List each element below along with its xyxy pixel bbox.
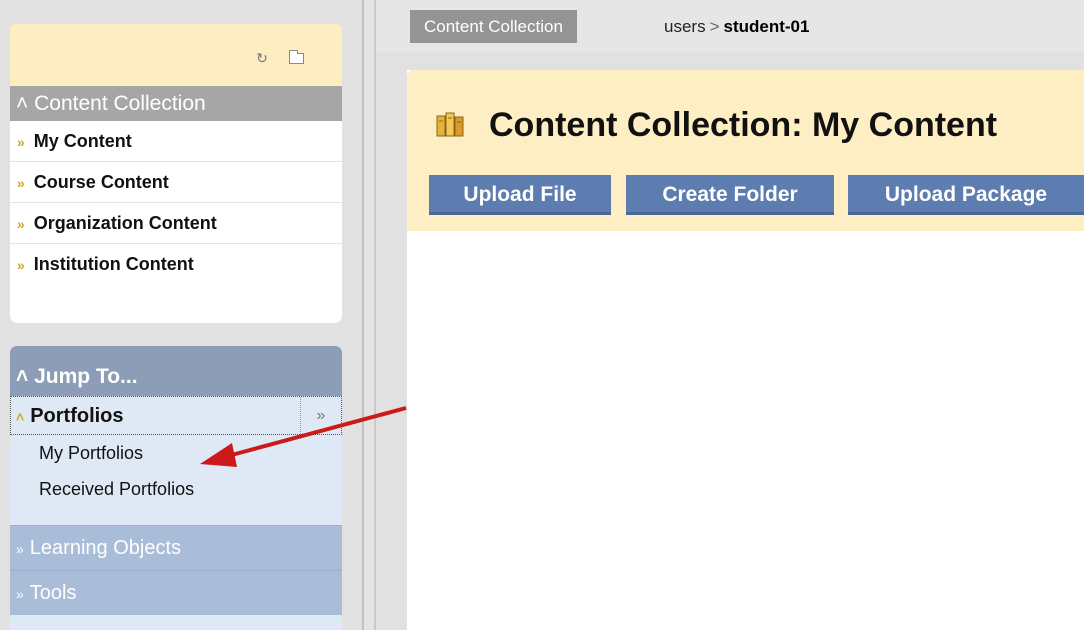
sidebar-section-learning-objects[interactable]: » Learning Objects: [10, 525, 342, 570]
portfolios-title: Portfolios: [30, 405, 124, 427]
chevron-down-icon: »: [16, 586, 24, 602]
sidebar-item-course-content[interactable]: » Course Content: [10, 162, 342, 203]
portfolios-section[interactable]: ˄ Portfolios »: [10, 396, 342, 435]
section-label: Learning Objects: [29, 537, 181, 559]
main-content: Content Collection: My Content Upload Fi…: [407, 70, 1084, 630]
chevron-down-icon: »: [16, 541, 24, 557]
chevron-down-icon: »: [17, 134, 25, 150]
create-folder-button[interactable]: Create Folder: [626, 175, 834, 215]
sidebar: ↻ ˄ Content Collection » My Content » Cour…: [0, 0, 362, 630]
sidebar-section-tools[interactable]: » Tools: [10, 570, 342, 615]
upload-package-button[interactable]: Upload Package: [848, 175, 1084, 215]
breadcrumb-separator-icon: >: [709, 17, 720, 36]
collapse-chevron-icon: ˄: [16, 92, 29, 115]
breadcrumb-current: student-01: [723, 17, 810, 36]
jump-to-header[interactable]: ˄ Jump To...: [10, 346, 342, 396]
sidebar-item-label: Course Content: [33, 172, 169, 192]
breadcrumb-tag: Content Collection: [410, 10, 577, 43]
breadcrumb-path: users > student-01: [664, 10, 809, 43]
collapse-chevron-icon: ˄: [16, 365, 29, 388]
folder-icon[interactable]: [289, 50, 304, 64]
frame-divider[interactable]: [362, 0, 376, 630]
sidebar-item-organization-content[interactable]: » Organization Content: [10, 203, 342, 244]
sidebar-item-received-portfolios[interactable]: Received Portfolios: [10, 471, 342, 507]
expand-arrow-icon[interactable]: »: [300, 397, 341, 434]
sidebar-item-my-portfolios[interactable]: My Portfolios: [10, 435, 342, 471]
page-title: Content Collection: My Content: [489, 106, 998, 144]
section-label: Tools: [29, 582, 77, 604]
panel-toolbar: ↻: [10, 24, 342, 86]
content-collection-panel: ↻ ˄ Content Collection » My Content » Cour…: [10, 24, 342, 323]
upload-file-button[interactable]: Upload File: [429, 175, 611, 215]
breadcrumb-link-users[interactable]: users: [664, 17, 706, 36]
collapse-chevron-icon: ˄: [16, 409, 25, 425]
content-collection-header[interactable]: ˄ Content Collection: [10, 86, 342, 121]
jump-to-panel: ˄ Jump To... ˄ Portfolios » My Portfolios…: [10, 346, 342, 630]
sidebar-item-label: Organization Content: [33, 213, 217, 233]
sidebar-item-my-content[interactable]: » My Content: [10, 121, 342, 162]
portfolios-header[interactable]: ˄ Portfolios: [16, 397, 124, 436]
chevron-down-icon: »: [17, 216, 25, 232]
books-icon: [436, 112, 464, 137]
breadcrumb: Content Collection users > student-01: [376, 0, 1084, 52]
chevron-down-icon: »: [17, 257, 25, 273]
sidebar-item-label: My Content: [33, 131, 132, 151]
content-collection-title: Content Collection: [34, 92, 206, 115]
sidebar-item-label: Institution Content: [33, 254, 194, 274]
refresh-icon[interactable]: ↻: [254, 50, 270, 66]
chevron-down-icon: »: [17, 175, 25, 191]
page-header: Content Collection: My Content Upload Fi…: [407, 70, 1084, 231]
sidebar-item-institution-content[interactable]: » Institution Content: [10, 244, 342, 285]
jump-to-title: Jump To...: [34, 365, 138, 388]
